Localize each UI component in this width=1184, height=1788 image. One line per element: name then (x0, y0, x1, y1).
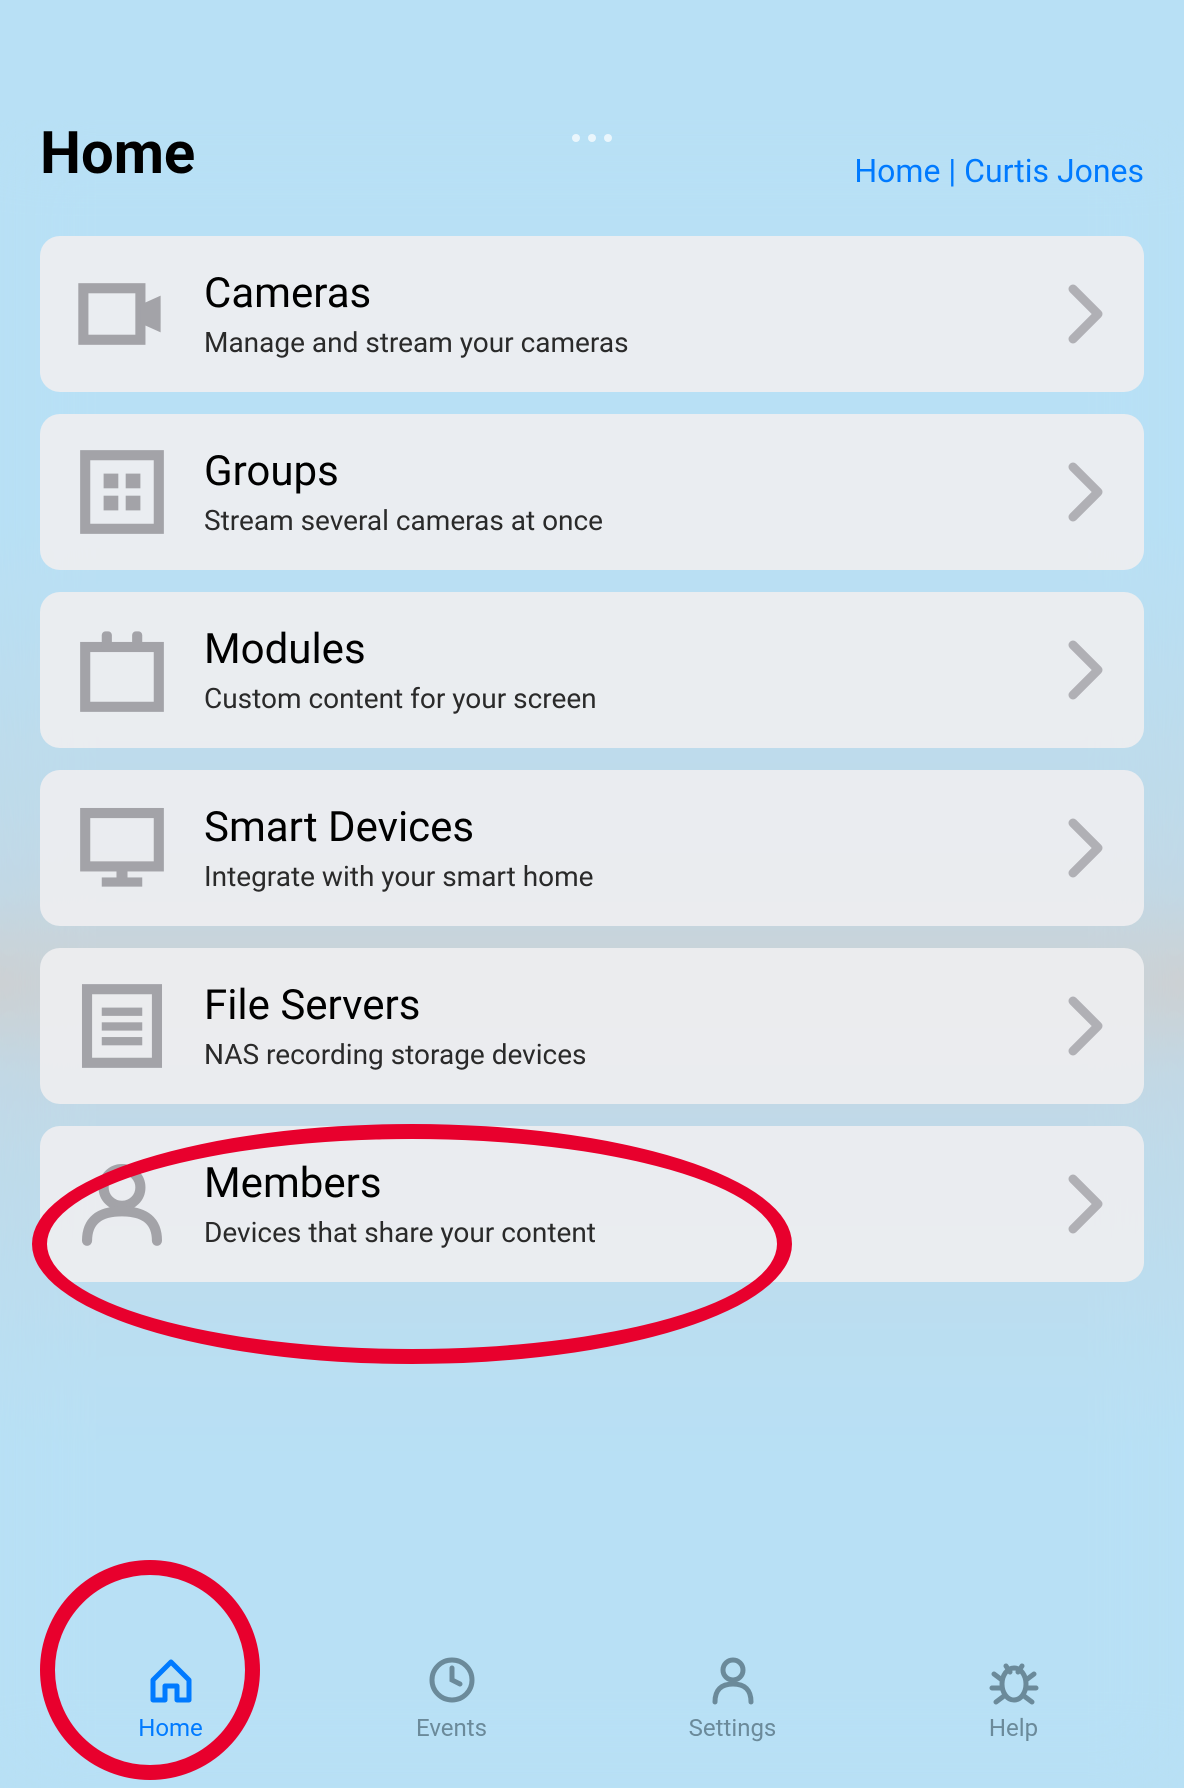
menu-subtitle: Devices that share your content (204, 1216, 1032, 1249)
person-icon (76, 1158, 168, 1250)
menu-item-members[interactable]: Members Devices that share your content (40, 1126, 1144, 1282)
menu-subtitle: NAS recording storage devices (204, 1038, 1032, 1071)
menu-item-smart-devices[interactable]: Smart Devices Integrate with your smart … (40, 770, 1144, 926)
chevron-right-icon (1068, 818, 1108, 878)
menu-subtitle: Integrate with your smart home (204, 860, 1032, 893)
menu-subtitle: Manage and stream your cameras (204, 326, 1032, 359)
menu-title: File Servers (204, 981, 1032, 1030)
chevron-right-icon (1068, 996, 1108, 1056)
clock-icon (426, 1654, 478, 1706)
tab-label: Home (138, 1714, 203, 1742)
tab-events[interactable]: Events (392, 1654, 512, 1742)
menu-title: Smart Devices (204, 803, 1032, 852)
menu-title: Modules (204, 625, 1032, 674)
menu-title: Groups (204, 447, 1032, 496)
menu-subtitle: Stream several cameras at once (204, 504, 1032, 537)
chevron-right-icon (1068, 462, 1108, 522)
chevron-right-icon (1068, 284, 1108, 344)
tab-label: Events (416, 1714, 487, 1742)
menu-subtitle: Custom content for your screen (204, 682, 1032, 715)
tab-settings[interactable]: Settings (673, 1654, 793, 1742)
menu-item-file-servers[interactable]: File Servers NAS recording storage devic… (40, 948, 1144, 1104)
menu-title: Cameras (204, 269, 1032, 318)
home-icon (145, 1654, 197, 1706)
menu-title: Members (204, 1159, 1032, 1208)
menu-item-cameras[interactable]: Cameras Manage and stream your cameras (40, 236, 1144, 392)
file-list-icon (76, 980, 168, 1072)
tab-label: Settings (689, 1714, 777, 1742)
menu-list: Cameras Manage and stream your cameras (40, 236, 1144, 1282)
menu-item-groups[interactable]: Groups Stream several cameras at once (40, 414, 1144, 570)
tab-help[interactable]: Help (954, 1654, 1074, 1742)
groups-icon (76, 446, 168, 538)
tab-home[interactable]: Home (111, 1654, 231, 1742)
modules-icon (76, 624, 168, 716)
camera-icon (76, 268, 168, 360)
tab-label: Help (989, 1714, 1038, 1742)
tab-bar: Home Events Settings (0, 1638, 1184, 1788)
monitor-icon (76, 802, 168, 894)
menu-item-modules[interactable]: Modules Custom content for your screen (40, 592, 1144, 748)
breadcrumb[interactable]: Home | Curtis Jones (854, 152, 1144, 190)
bug-icon (988, 1654, 1040, 1706)
chevron-right-icon (1068, 640, 1108, 700)
person-icon (707, 1654, 759, 1706)
chevron-right-icon (1068, 1174, 1108, 1234)
